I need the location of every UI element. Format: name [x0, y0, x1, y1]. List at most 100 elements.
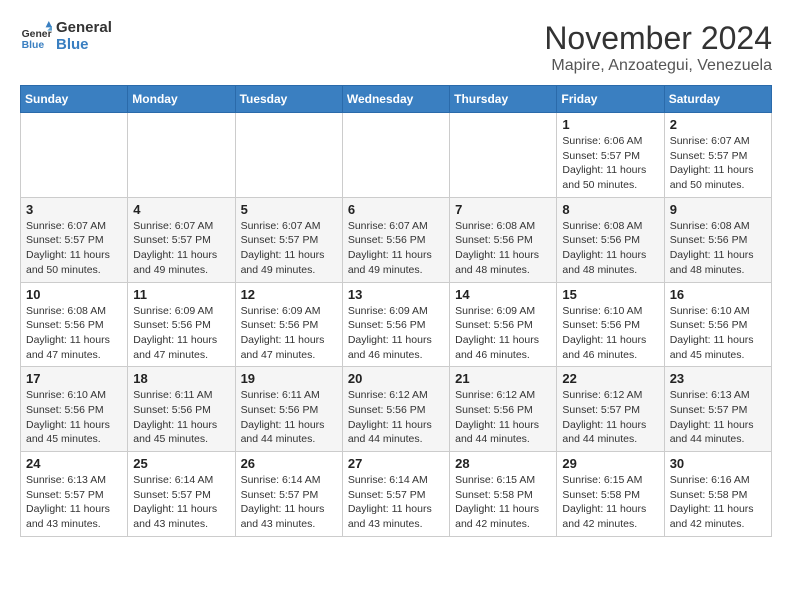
calendar-week-row: 17 Sunrise: 6:10 AM Sunset: 5:56 PM Dayli… — [21, 367, 772, 452]
calendar-cell: 22Sunrise: 6:12 AM Sunset: 5:57 PM Dayli… — [557, 367, 664, 452]
day-info: Sunrise: 6:11 AM Sunset: 5:56 PM Dayligh… — [133, 388, 229, 447]
day-number: 29 — [562, 456, 658, 471]
day-number: 13 — [348, 287, 444, 302]
day-info: Sunrise: 6:08 AM Sunset: 5:56 PM Dayligh… — [562, 219, 658, 278]
day-number: 28 — [455, 456, 551, 471]
calendar-cell: 24 Sunrise: 6:13 AM Sunset: 5:57 PM Dayli… — [21, 452, 128, 537]
day-info: Sunrise: 6:10 AM Sunset: 5:56 PM Dayligh… — [26, 388, 122, 447]
day-info: Sunrise: 6:08 AM Sunset: 5:56 PM Dayligh… — [670, 219, 766, 278]
day-number: 15 — [562, 287, 658, 302]
weekday-header: Tuesday — [235, 86, 342, 113]
logo-icon: General Blue — [20, 21, 52, 53]
day-info: Sunrise: 6:08 AM Sunset: 5:56 PM Dayligh… — [455, 219, 551, 278]
logo-text-blue: Blue — [56, 37, 112, 54]
day-number: 5 — [241, 202, 337, 217]
weekday-header: Monday — [128, 86, 235, 113]
day-info: Sunrise: 6:14 AM Sunset: 5:57 PM Dayligh… — [348, 473, 444, 532]
day-number: 30 — [670, 456, 766, 471]
calendar-cell: 8Sunrise: 6:08 AM Sunset: 5:56 PM Daylig… — [557, 197, 664, 282]
day-info: Sunrise: 6:12 AM Sunset: 5:56 PM Dayligh… — [455, 388, 551, 447]
day-info: Sunrise: 6:06 AM Sunset: 5:57 PM Dayligh… — [562, 134, 658, 193]
calendar-cell — [128, 113, 235, 198]
calendar-table: SundayMondayTuesdayWednesdayThursdayFrid… — [20, 85, 772, 537]
calendar-cell: 21 Sunrise: 6:12 AM Sunset: 5:56 PM Dayli… — [450, 367, 557, 452]
day-number: 19 — [241, 371, 337, 386]
calendar-cell: 15Sunrise: 6:10 AM Sunset: 5:56 PM Dayli… — [557, 282, 664, 367]
calendar-header-row: SundayMondayTuesdayWednesdayThursdayFrid… — [21, 86, 772, 113]
day-number: 11 — [133, 287, 229, 302]
calendar-cell — [21, 113, 128, 198]
page-header: General Blue General Blue November 2024 … — [20, 20, 772, 75]
day-info: Sunrise: 6:13 AM Sunset: 5:57 PM Dayligh… — [670, 388, 766, 447]
logo: General Blue General Blue — [20, 20, 112, 53]
day-info: Sunrise: 6:14 AM Sunset: 5:57 PM Dayligh… — [241, 473, 337, 532]
calendar-cell: 16Sunrise: 6:10 AM Sunset: 5:56 PM Dayli… — [664, 282, 771, 367]
calendar-cell: 19 Sunrise: 6:11 AM Sunset: 5:56 PM Dayli… — [235, 367, 342, 452]
day-number: 2 — [670, 117, 766, 132]
day-info: Sunrise: 6:12 AM Sunset: 5:56 PM Dayligh… — [348, 388, 444, 447]
calendar-cell: 20Sunrise: 6:12 AM Sunset: 5:56 PM Dayli… — [342, 367, 449, 452]
weekday-header: Friday — [557, 86, 664, 113]
day-info: Sunrise: 6:07 AM Sunset: 5:57 PM Dayligh… — [26, 219, 122, 278]
weekday-header: Saturday — [664, 86, 771, 113]
calendar-cell: 1 Sunrise: 6:06 AM Sunset: 5:57 PM Daylig… — [557, 113, 664, 198]
calendar-cell: 7 Sunrise: 6:08 AM Sunset: 5:56 PM Daylig… — [450, 197, 557, 282]
day-info: Sunrise: 6:09 AM Sunset: 5:56 PM Dayligh… — [241, 304, 337, 363]
day-info: Sunrise: 6:07 AM Sunset: 5:56 PM Dayligh… — [348, 219, 444, 278]
day-info: Sunrise: 6:12 AM Sunset: 5:57 PM Dayligh… — [562, 388, 658, 447]
calendar-cell: 3 Sunrise: 6:07 AM Sunset: 5:57 PM Daylig… — [21, 197, 128, 282]
calendar-cell: 4Sunrise: 6:07 AM Sunset: 5:57 PM Daylig… — [128, 197, 235, 282]
calendar-cell: 25Sunrise: 6:14 AM Sunset: 5:57 PM Dayli… — [128, 452, 235, 537]
calendar-cell: 30 Sunrise: 6:16 AM Sunset: 5:58 PM Dayli… — [664, 452, 771, 537]
day-info: Sunrise: 6:13 AM Sunset: 5:57 PM Dayligh… — [26, 473, 122, 532]
calendar-cell: 14Sunrise: 6:09 AM Sunset: 5:56 PM Dayli… — [450, 282, 557, 367]
weekday-header: Thursday — [450, 86, 557, 113]
day-number: 3 — [26, 202, 122, 217]
calendar-cell: 26 Sunrise: 6:14 AM Sunset: 5:57 PM Dayli… — [235, 452, 342, 537]
calendar-cell: 29 Sunrise: 6:15 AM Sunset: 5:58 PM Dayli… — [557, 452, 664, 537]
day-number: 12 — [241, 287, 337, 302]
day-info: Sunrise: 6:11 AM Sunset: 5:56 PM Dayligh… — [241, 388, 337, 447]
logo-text-general: General — [56, 20, 112, 37]
month-title: November 2024 — [544, 20, 772, 57]
day-number: 9 — [670, 202, 766, 217]
day-info: Sunrise: 6:09 AM Sunset: 5:56 PM Dayligh… — [455, 304, 551, 363]
day-info: Sunrise: 6:07 AM Sunset: 5:57 PM Dayligh… — [133, 219, 229, 278]
calendar-cell: 9 Sunrise: 6:08 AM Sunset: 5:56 PM Daylig… — [664, 197, 771, 282]
day-info: Sunrise: 6:16 AM Sunset: 5:58 PM Dayligh… — [670, 473, 766, 532]
day-number: 7 — [455, 202, 551, 217]
calendar-body: 1 Sunrise: 6:06 AM Sunset: 5:57 PM Daylig… — [21, 113, 772, 537]
day-info: Sunrise: 6:15 AM Sunset: 5:58 PM Dayligh… — [455, 473, 551, 532]
calendar-week-row: 24 Sunrise: 6:13 AM Sunset: 5:57 PM Dayli… — [21, 452, 772, 537]
calendar-cell — [342, 113, 449, 198]
day-info: Sunrise: 6:07 AM Sunset: 5:57 PM Dayligh… — [241, 219, 337, 278]
calendar-cell: 12 Sunrise: 6:09 AM Sunset: 5:56 PM Dayli… — [235, 282, 342, 367]
calendar-week-row: 1 Sunrise: 6:06 AM Sunset: 5:57 PM Daylig… — [21, 113, 772, 198]
day-number: 26 — [241, 456, 337, 471]
calendar-cell: 10 Sunrise: 6:08 AM Sunset: 5:56 PM Dayli… — [21, 282, 128, 367]
day-number: 6 — [348, 202, 444, 217]
day-number: 27 — [348, 456, 444, 471]
day-number: 18 — [133, 371, 229, 386]
svg-text:Blue: Blue — [22, 40, 45, 51]
day-number: 21 — [455, 371, 551, 386]
calendar-cell: 28 Sunrise: 6:15 AM Sunset: 5:58 PM Dayli… — [450, 452, 557, 537]
calendar-week-row: 10 Sunrise: 6:08 AM Sunset: 5:56 PM Dayli… — [21, 282, 772, 367]
day-number: 17 — [26, 371, 122, 386]
weekday-header: Sunday — [21, 86, 128, 113]
day-number: 24 — [26, 456, 122, 471]
calendar-cell: 18 Sunrise: 6:11 AM Sunset: 5:56 PM Dayli… — [128, 367, 235, 452]
calendar-cell: 2Sunrise: 6:07 AM Sunset: 5:57 PM Daylig… — [664, 113, 771, 198]
title-section: November 2024 Mapire, Anzoategui, Venezu… — [544, 20, 772, 75]
day-info: Sunrise: 6:08 AM Sunset: 5:56 PM Dayligh… — [26, 304, 122, 363]
day-number: 23 — [670, 371, 766, 386]
day-info: Sunrise: 6:09 AM Sunset: 5:56 PM Dayligh… — [348, 304, 444, 363]
calendar-cell: 13 Sunrise: 6:09 AM Sunset: 5:56 PM Dayli… — [342, 282, 449, 367]
day-number: 16 — [670, 287, 766, 302]
day-number: 10 — [26, 287, 122, 302]
calendar-cell: 11Sunrise: 6:09 AM Sunset: 5:56 PM Dayli… — [128, 282, 235, 367]
day-info: Sunrise: 6:15 AM Sunset: 5:58 PM Dayligh… — [562, 473, 658, 532]
day-number: 1 — [562, 117, 658, 132]
svg-text:General: General — [22, 29, 52, 40]
calendar-week-row: 3 Sunrise: 6:07 AM Sunset: 5:57 PM Daylig… — [21, 197, 772, 282]
